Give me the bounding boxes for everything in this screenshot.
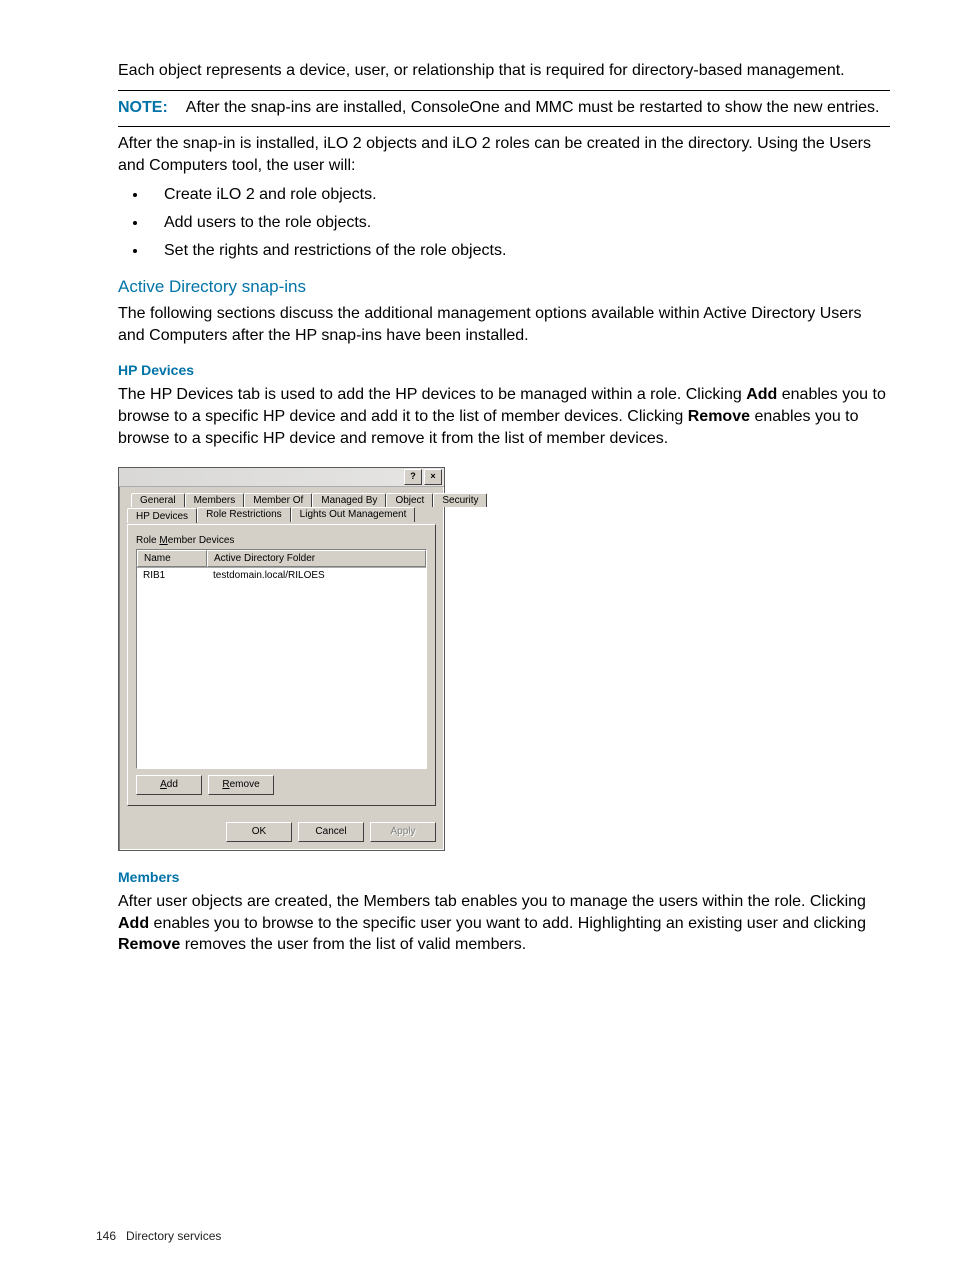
text: After user objects are created, the Memb… (118, 893, 866, 910)
tab-role-restrictions[interactable]: Role Restrictions (197, 507, 291, 522)
note-paragraph: NOTE: After the snap-ins are installed, C… (118, 97, 890, 119)
cell-name: RIB1 (137, 568, 207, 583)
cell-folder: testdomain.local/RILOES (207, 568, 426, 583)
tab-strip: General Members Member Of Managed By Obj… (127, 493, 436, 525)
close-button[interactable]: × (424, 469, 442, 485)
after-install-paragraph: After the snap-in is installed, iLO 2 ob… (118, 133, 890, 176)
panel-label: Role Member Devices (136, 535, 427, 546)
tab-object[interactable]: Object (386, 493, 433, 507)
page-footer: 146 Directory services (96, 1229, 221, 1243)
heading-hp-devices: HP Devices (118, 362, 890, 378)
listview-header: Name Active Directory Folder (137, 550, 426, 568)
divider-top (118, 90, 890, 91)
page-number: 146 (96, 1229, 116, 1243)
note-text: After the snap-ins are installed, Consol… (186, 99, 880, 116)
help-button[interactable]: ? (404, 469, 422, 485)
tab-general[interactable]: General (131, 493, 185, 507)
heading-ad-snapins: Active Directory snap-ins (118, 277, 890, 297)
column-header-folder[interactable]: Active Directory Folder (207, 550, 426, 567)
list-item: Create iLO 2 and role objects. (148, 184, 890, 206)
section-title: Directory services (126, 1229, 221, 1243)
bold-remove: Remove (688, 408, 750, 425)
text: enables you to browse to the specific us… (149, 915, 866, 932)
list-item: Add users to the role objects. (148, 212, 890, 234)
text: Role (136, 535, 159, 546)
bullet-list: Create iLO 2 and role objects. Add users… (118, 184, 890, 261)
accelerator: M (159, 535, 167, 546)
text: The HP Devices tab is used to add the HP… (118, 386, 746, 403)
dialog-screenshot: ? × General Members Member Of Managed By… (118, 467, 890, 851)
cancel-button[interactable]: Cancel (298, 822, 364, 842)
bold-add: Add (746, 386, 777, 403)
tab-security[interactable]: Security (433, 493, 487, 507)
apply-button[interactable]: Apply (370, 822, 436, 842)
ok-button[interactable]: OK (226, 822, 292, 842)
text: removes the user from the list of valid … (180, 936, 526, 953)
divider-bottom (118, 126, 890, 127)
titlebar: ? × (119, 468, 444, 487)
tab-panel: Role Member Devices Name Active Director… (127, 524, 436, 806)
note-label: NOTE: (118, 99, 168, 116)
table-row[interactable]: RIB1 testdomain.local/RILOES (137, 568, 426, 583)
properties-dialog: ? × General Members Member Of Managed By… (118, 467, 445, 851)
members-paragraph: After user objects are created, the Memb… (118, 891, 890, 956)
bold-add: Add (118, 915, 149, 932)
ad-snapins-paragraph: The following sections discuss the addit… (118, 303, 890, 346)
column-header-name[interactable]: Name (137, 550, 207, 567)
add-button[interactable]: Add (136, 775, 202, 795)
heading-members: Members (118, 869, 890, 885)
hp-devices-paragraph: The HP Devices tab is used to add the HP… (118, 384, 890, 449)
bold-remove: Remove (118, 936, 180, 953)
listview-role-member-devices[interactable]: Name Active Directory Folder RIB1 testdo… (136, 549, 427, 769)
intro-paragraph: Each object represents a device, user, o… (118, 60, 890, 82)
dialog-footer: OK Cancel Apply (119, 814, 444, 850)
tab-managed-by[interactable]: Managed By (312, 493, 386, 507)
tab-member-of[interactable]: Member Of (244, 493, 312, 507)
remove-button[interactable]: Remove (208, 775, 274, 795)
text: ember Devices (168, 535, 235, 546)
tab-hp-devices[interactable]: HP Devices (127, 508, 197, 523)
tab-lights-out-management[interactable]: Lights Out Management (291, 507, 416, 522)
list-item: Set the rights and restrictions of the r… (148, 240, 890, 262)
tab-members[interactable]: Members (185, 493, 245, 507)
